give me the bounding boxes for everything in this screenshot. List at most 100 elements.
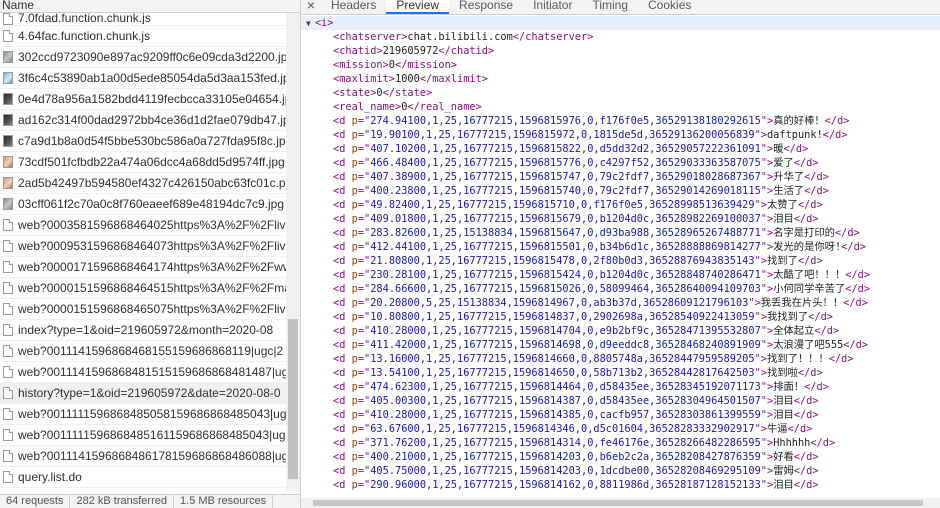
image-icon bbox=[3, 93, 13, 105]
xml-preview: ▼ <i> <chatserver>chat.bilibili.com</chats… bbox=[301, 16, 940, 498]
detail-tabbar: × Headers Preview Response Initiator Timing C… bbox=[301, 0, 940, 15]
danmaku-entry: <d p="466.48400,1,25,16777215,1596815776… bbox=[333, 157, 819, 169]
document-icon bbox=[3, 429, 13, 441]
danmaku-params: 411.42000,1,25,16777215,1596814698,0,d9e… bbox=[370, 339, 761, 351]
danmaku-entry: <d p="411.42000,1,25,16777215,1596814698… bbox=[333, 339, 869, 351]
scrollbar-thumb[interactable] bbox=[288, 319, 298, 479]
danmaku-text: 泪目 bbox=[773, 213, 794, 225]
danmaku-entry: <d p="410.28000,1,25,16777215,1596814385… bbox=[333, 409, 819, 421]
danmaku-text: 生活了 bbox=[773, 185, 805, 197]
danmaku-entry: <d p="63.67600,1,25,16777215,1596814346,… bbox=[333, 423, 813, 435]
danmaku-params: 13.16000,1,25,16777215,1596814660,0,8805… bbox=[370, 353, 755, 365]
document-icon bbox=[3, 282, 13, 294]
document-icon bbox=[3, 219, 13, 231]
request-name: 03cff061f2c70a0c8f760eaeef689e48194dc7c9… bbox=[18, 196, 285, 211]
tab-response[interactable]: Response bbox=[449, 0, 523, 14]
danmaku-params: 412.44100,1,25,16777215,1596815501,0,b34… bbox=[370, 241, 761, 253]
request-name: 3f6c4c53890ab1a00d5ede85054da5d3aa153fed… bbox=[18, 70, 286, 85]
expand-triangle-icon[interactable]: ▼ bbox=[306, 19, 311, 28]
request-row[interactable]: web?0011141596868486178159686868486088|u… bbox=[0, 446, 286, 467]
request-row[interactable]: 3f6c4c53890ab1a00d5ede85054da5d3aa153fed… bbox=[0, 68, 286, 89]
danmaku-text: 我丢我在片头！！ bbox=[760, 297, 844, 309]
danmaku-params: 13.54100,1,25,16777215,1596814650,0,58b7… bbox=[370, 367, 755, 379]
danmaku-params: 400.23800,1,25,16777215,1596815740,0,79c… bbox=[370, 185, 761, 197]
image-icon bbox=[3, 177, 13, 189]
close-icon[interactable]: × bbox=[301, 0, 321, 14]
danmaku-params: 407.38900,1,25,16777215,1596815747,0,79c… bbox=[370, 171, 761, 183]
danmaku-params: 284.66600,1,25,16777215,1596815026,0,580… bbox=[370, 283, 761, 295]
image-icon bbox=[3, 114, 13, 126]
danmaku-entry: <d p="230.28100,1,25,16777215,1596815424… bbox=[333, 269, 871, 281]
request-row[interactable]: web?0000151596868464515https%3A%2F%2Fman bbox=[0, 278, 286, 299]
tab-initiator[interactable]: Initiator bbox=[523, 0, 582, 14]
document-icon bbox=[3, 324, 13, 336]
request-row[interactable]: query.list.do bbox=[0, 467, 286, 488]
tab-timing[interactable]: Timing bbox=[582, 0, 638, 14]
request-row[interactable]: web?0009531596868464073https%3A%2F%2Fliv… bbox=[0, 236, 286, 257]
danmaku-text: 升华了 bbox=[773, 171, 805, 183]
request-row[interactable]: 0e4d78a956a1582bdd4119fecbcca33105e04654… bbox=[0, 89, 286, 110]
danmaku-entry: <d p="409.01800,1,25,16777215,1596815679… bbox=[333, 213, 819, 225]
danmaku-text: 找到了 bbox=[766, 255, 798, 267]
preview-horizontal-scrollbar[interactable] bbox=[301, 498, 940, 508]
tab-preview[interactable]: Preview bbox=[386, 0, 450, 14]
document-icon bbox=[3, 261, 13, 273]
request-row[interactable]: index?type=1&oid=219605972&month=2020-08 bbox=[0, 320, 286, 341]
request-row[interactable]: web?0000151596868465075https%3A%2F%2Fliv… bbox=[0, 299, 286, 320]
request-row[interactable]: web?0011111596868485058159686868485043|u… bbox=[0, 404, 286, 425]
request-row[interactable]: web?0003581596868464025https%3A%2F%2Fliv… bbox=[0, 215, 286, 236]
request-name: 73cdf501fcfbdb22a474a06dcc4a68dd5d9574ff… bbox=[18, 154, 285, 169]
tab-cookies[interactable]: Cookies bbox=[638, 0, 701, 14]
danmaku-params: 19.90100,1,25,16777215,1596815972,0,1815… bbox=[370, 129, 755, 141]
name-column-header[interactable]: Name bbox=[0, 0, 300, 13]
request-name: web?0000151596868465075https%3A%2F%2Fliv… bbox=[18, 301, 286, 316]
request-name: web?0011111596868485058159686868485043|u… bbox=[18, 406, 286, 421]
danmaku-text: 发光的是你呀! bbox=[773, 241, 842, 253]
danmaku-entry: <d p="49.82400,1,25,16777215,1596815710,… bbox=[333, 199, 823, 211]
request-row[interactable]: 73cdf501fcfbdb22a474a06dcc4a68dd5d9574ff… bbox=[0, 152, 286, 173]
request-row[interactable]: 302ccd9723090e897ac9209ff0c6e09cda3d2200… bbox=[0, 47, 286, 68]
danmaku-entry: <d p="371.76200,1,25,16777215,1596814314… bbox=[333, 437, 836, 449]
request-name: query.list.do bbox=[18, 469, 82, 484]
danmaku-entry: <d p="412.44100,1,25,16777215,1596815501… bbox=[333, 241, 866, 253]
danmaku-text: 雷姆 bbox=[773, 465, 794, 477]
request-row[interactable]: history?type=1&oid=219605972&date=2020-0… bbox=[0, 383, 286, 404]
request-row[interactable]: web?0011141596868481515159686868481487|u… bbox=[0, 362, 286, 383]
danmaku-entry: <d p="400.23800,1,25,16777215,1596815740… bbox=[333, 185, 829, 197]
request-row[interactable]: c7a9d1b8a0d54f5bbe530bc586a0a727fda95f8c… bbox=[0, 131, 286, 152]
request-row[interactable]: 2ad5b42497b594580ef4327c426150abc63fc01c… bbox=[0, 173, 286, 194]
request-name: history?type=1&oid=219605972&date=2020-0… bbox=[18, 385, 281, 400]
request-name: 0e4d78a956a1582bdd4119fecbcca33105e04654… bbox=[18, 91, 286, 106]
request-row[interactable]: 7.0fdad.function.chunk.js bbox=[0, 13, 286, 26]
danmaku-text: 牛逼 bbox=[766, 423, 788, 435]
request-row[interactable]: 03cff061f2c70a0c8f760eaeef689e48194dc7c9… bbox=[0, 194, 286, 215]
danmaku-entry: <d p="407.38900,1,25,16777215,1596815747… bbox=[333, 171, 829, 183]
request-row[interactable]: web?0011141596868468155159686868119|ugc|… bbox=[0, 341, 286, 362]
request-row[interactable]: web?0000171596868464174https%3A%2F%2Fwww… bbox=[0, 257, 286, 278]
request-row[interactable]: 4.64fac.function.chunk.js bbox=[0, 26, 286, 47]
xml-meta-real-name: <real_name>0</real_name> bbox=[333, 101, 482, 113]
request-name: 302ccd9723090e897ac9209ff0c6e09cda3d2200… bbox=[18, 49, 286, 64]
danmaku-text: 爱了 bbox=[773, 157, 794, 169]
document-icon bbox=[3, 13, 13, 25]
danmaku-text: 找到啦 bbox=[766, 367, 798, 379]
danmaku-entry: <d p="13.16000,1,25,16777215,1596814660,… bbox=[333, 353, 854, 365]
request-name: c7a9d1b8a0d54f5bbe530bc586a0a727fda95f8c… bbox=[18, 133, 286, 148]
danmaku-params: 400.21000,1,25,16777215,1596814203,0,b6e… bbox=[370, 451, 761, 463]
tab-headers[interactable]: Headers bbox=[321, 0, 386, 14]
request-name: web?0011141596868481515159686868481487|u… bbox=[18, 364, 286, 379]
request-list-scrollbar[interactable] bbox=[286, 13, 300, 491]
request-row[interactable]: ad162c314f00dad2972bb4ce36d1d2fae079db47… bbox=[0, 110, 286, 131]
image-icon bbox=[3, 198, 13, 210]
request-list-panel: Name 7.0fdad.function.chunk.js 4.64fac.fu… bbox=[0, 0, 301, 508]
root-tag: <i> bbox=[314, 17, 334, 29]
request-name: web?0011111596868485161159686868485043|u… bbox=[18, 427, 286, 442]
danmaku-params: 230.28100,1,25,16777215,1596815424,0,b12… bbox=[370, 269, 761, 281]
request-row[interactable]: web?0011111596868485161159686868485043|u… bbox=[0, 425, 286, 446]
xml-root-node[interactable]: ▼ <i> bbox=[301, 16, 940, 30]
scrollbar-thumb[interactable] bbox=[313, 500, 923, 506]
document-icon bbox=[3, 345, 13, 357]
danmaku-params: 49.82400,1,25,16777215,1596815710,0,f176… bbox=[370, 199, 755, 211]
danmaku-text: 泪目 bbox=[773, 409, 794, 421]
danmaku-text: 名字是打印的 bbox=[773, 227, 835, 239]
